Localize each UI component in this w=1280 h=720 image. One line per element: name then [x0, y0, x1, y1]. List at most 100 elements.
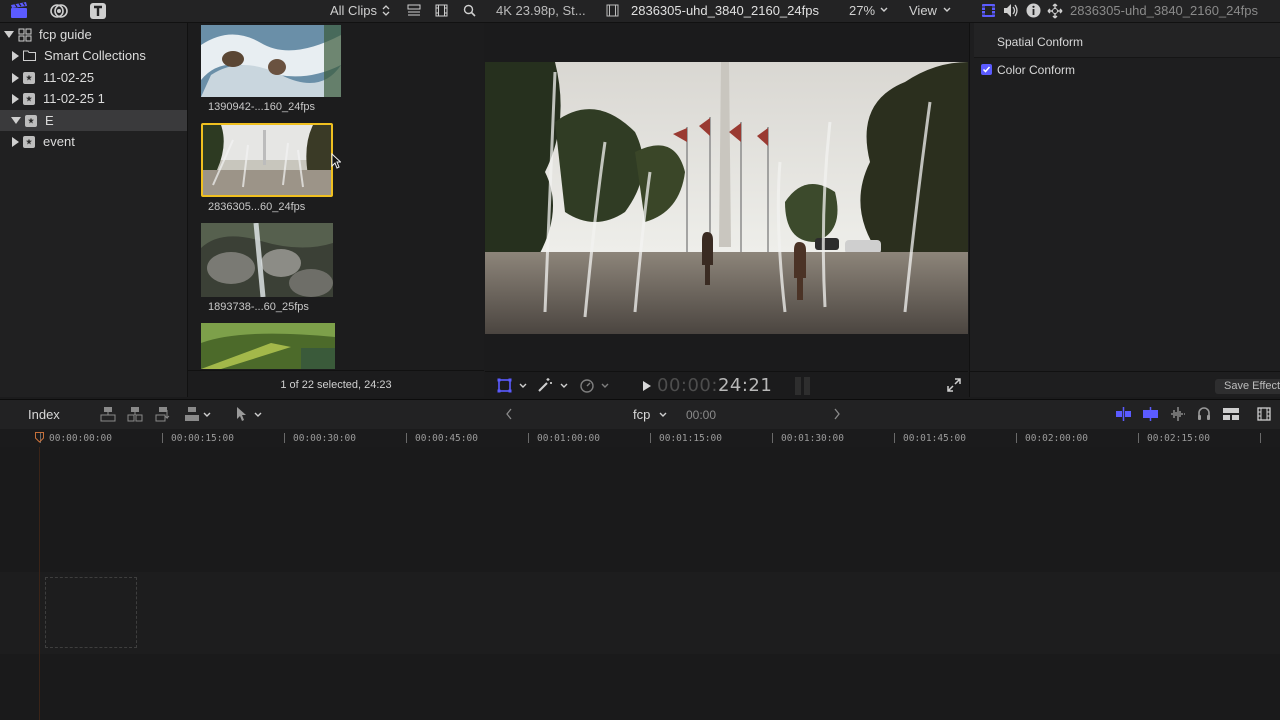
fullscreen-icon[interactable] — [947, 378, 961, 392]
chevron-down-icon[interactable] — [880, 7, 888, 13]
disclosure-open-icon[interactable] — [4, 31, 14, 38]
audio-inspector-icon[interactable] — [1003, 3, 1019, 18]
inspector-footer: Save Effect — [970, 371, 1280, 398]
chevron-updown-icon[interactable] — [382, 4, 390, 17]
info-icon[interactable] — [1026, 3, 1041, 18]
connect-icon[interactable] — [100, 406, 116, 422]
sidebar-item-label: event — [43, 134, 75, 149]
clip-thumbnail[interactable] — [201, 223, 333, 297]
append-icon[interactable] — [155, 406, 171, 422]
insert-icon[interactable] — [127, 406, 143, 422]
search-icon[interactable] — [463, 4, 476, 17]
filmstrip-icon[interactable] — [1257, 407, 1271, 421]
transform-tool-icon[interactable] — [497, 378, 512, 393]
disclosure-closed-icon[interactable] — [12, 136, 19, 147]
audio-meter-icon — [793, 376, 813, 396]
ruler-label: 00:00:15:00 — [171, 433, 234, 444]
sidebar-item-event[interactable]: 11-02-25 1 — [0, 88, 187, 109]
clips-filter-label[interactable]: All Clips — [330, 3, 377, 18]
video-frame[interactable] — [485, 62, 968, 334]
audio-skimming-icon[interactable] — [1142, 407, 1159, 421]
select-tool-icon[interactable] — [236, 406, 248, 422]
ruler-label: 00:01:15:00 — [659, 433, 722, 444]
mouse-cursor-icon — [331, 153, 341, 169]
clip-name: 1390942-...160_24fps — [208, 101, 316, 113]
ruler-label: 00:01:45:00 — [903, 433, 966, 444]
viewer-clip-name: 2836305-uhd_3840_2160_24fps — [631, 3, 819, 18]
clapper-icon[interactable] — [10, 2, 28, 19]
zoom-level-popup[interactable]: 27% — [849, 3, 875, 18]
sidebar-item-label: E — [45, 113, 54, 128]
ruler-tick — [528, 433, 529, 443]
disclosure-closed-icon[interactable] — [12, 72, 19, 83]
timeline-ruler[interactable]: 00:00:00:00 00:00:15:00 00:00:30:00 00:0… — [0, 429, 1280, 447]
ruler-tick — [894, 433, 895, 443]
chevron-down-icon[interactable] — [203, 412, 211, 418]
ruler-tick — [1260, 433, 1261, 443]
magic-wand-icon[interactable] — [537, 377, 553, 393]
playhead-marker[interactable] — [35, 432, 44, 443]
chevron-down-icon[interactable] — [659, 412, 667, 418]
ruler-label: 00:02:15:00 — [1147, 433, 1210, 444]
solo-icon[interactable] — [1170, 407, 1186, 421]
overwrite-icon[interactable] — [184, 406, 200, 422]
sidebar-item-label: 11-02-25 — [43, 70, 95, 85]
ruler-tick — [1016, 433, 1017, 443]
viewer: 00:00:24:21 — [485, 23, 968, 397]
empty-storyline-placeholder[interactable] — [45, 577, 137, 648]
color-conform-checkbox[interactable] — [981, 64, 992, 75]
back-arrow-icon[interactable] — [505, 408, 513, 420]
snapping-icon[interactable] — [1197, 406, 1211, 421]
clip-thumbnail[interactable] — [201, 25, 341, 97]
library-row[interactable]: fcp guide — [0, 24, 187, 45]
ruler-tick — [772, 433, 773, 443]
disclosure-closed-icon[interactable] — [12, 50, 19, 61]
filmstrip-icon[interactable] — [435, 4, 448, 17]
ruler-tick — [650, 433, 651, 443]
ruler-tick — [1138, 433, 1139, 443]
browser-status-bar: 1 of 22 selected, 24:23 — [188, 370, 484, 399]
clip-thumbnail[interactable] — [201, 323, 335, 369]
chevron-down-icon[interactable] — [519, 383, 527, 389]
project-name[interactable]: fcp — [633, 407, 650, 422]
transform-icon[interactable] — [1047, 3, 1063, 19]
chevron-down-icon[interactable] — [254, 412, 262, 418]
play-icon[interactable] — [642, 380, 652, 392]
view-menu[interactable]: View — [909, 3, 937, 18]
viewer-format-label[interactable]: 4K 23.98p, St... — [496, 3, 586, 18]
ruler-label: 00:00:45:00 — [415, 433, 478, 444]
save-effects-preset-button[interactable]: Save Effect — [1215, 379, 1280, 394]
ruler-label: 00:00:00:00 — [49, 433, 112, 444]
chevron-down-icon[interactable] — [560, 383, 568, 389]
ruler-tick — [406, 433, 407, 443]
sidebar-item-smart-collections[interactable]: Smart Collections — [0, 45, 187, 66]
clip-name: 1893738-...60_25fps — [208, 301, 309, 313]
filmstrip-icon — [606, 4, 619, 17]
clip-thumbnail-selected[interactable] — [201, 123, 333, 197]
playhead-line — [39, 447, 40, 720]
chevron-down-icon[interactable] — [943, 7, 951, 13]
timeline-area[interactable] — [0, 447, 1280, 720]
titles-icon[interactable] — [89, 2, 107, 20]
music-icon[interactable] — [50, 2, 68, 20]
forward-arrow-icon[interactable] — [833, 408, 841, 420]
chevron-down-icon[interactable] — [601, 383, 609, 389]
disclosure-closed-icon[interactable] — [12, 93, 19, 104]
sidebar-item-event[interactable]: event — [0, 131, 187, 152]
sidebar-item-event[interactable]: 11-02-25 — [0, 67, 187, 88]
list-view-icon[interactable] — [407, 4, 421, 17]
clip-appearance-icon[interactable] — [1222, 407, 1240, 421]
sidebar-item-event-selected[interactable]: E — [0, 110, 187, 131]
index-button[interactable]: Index — [28, 407, 60, 422]
sidebar-item-label: Smart Collections — [44, 48, 146, 63]
speed-icon[interactable] — [579, 378, 595, 393]
spatial-conform-label: Spatial Conform — [997, 35, 1084, 49]
sidebar-item-label: 11-02-25 1 — [43, 91, 105, 106]
video-inspector-icon[interactable] — [981, 3, 996, 18]
timecode-display[interactable]: 00:00:24:21 — [657, 375, 772, 396]
primary-storyline-band — [0, 572, 1280, 654]
skimming-icon[interactable] — [1115, 407, 1132, 421]
ruler-tick — [284, 433, 285, 443]
disclosure-open-icon[interactable] — [11, 117, 21, 124]
ruler-label: 00:01:00:00 — [537, 433, 600, 444]
